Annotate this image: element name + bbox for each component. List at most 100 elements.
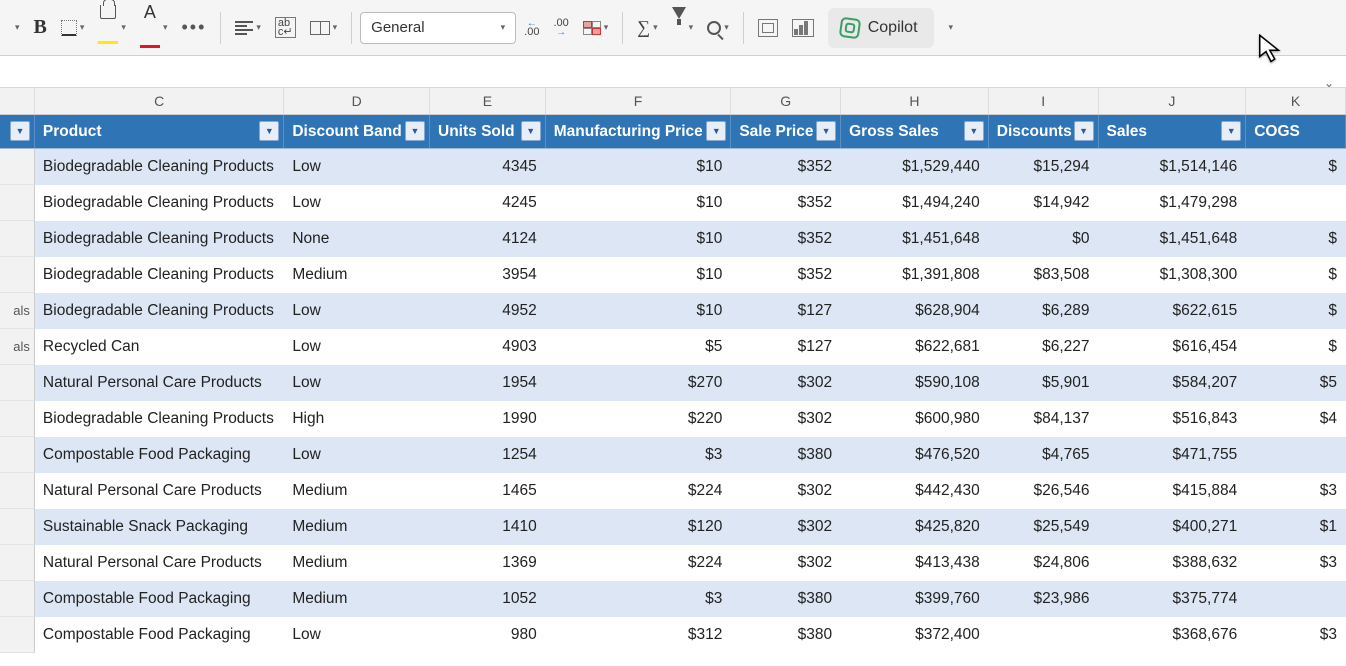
cell[interactable]: $312 xyxy=(546,617,732,653)
cell[interactable]: $372,400 xyxy=(841,617,989,653)
cell[interactable]: Biodegradable Cleaning Products xyxy=(35,149,284,185)
cell[interactable]: 1465 xyxy=(430,473,546,509)
filter-button[interactable]: ▼ xyxy=(706,121,726,141)
cell[interactable]: $1,308,300 xyxy=(1099,257,1247,293)
borders-dropdown[interactable]: ▾ xyxy=(55,10,91,46)
cell[interactable]: $23,986 xyxy=(989,581,1099,617)
cell[interactable]: Natural Personal Care Products xyxy=(35,545,284,581)
cell[interactable]: $3 xyxy=(1246,545,1346,581)
cell[interactable]: 1990 xyxy=(430,401,546,437)
cell[interactable]: $25,549 xyxy=(989,509,1099,545)
cell[interactable]: $628,904 xyxy=(841,293,989,329)
cell[interactable]: $15,294 xyxy=(989,149,1099,185)
table-row[interactable]: Natural Personal Care ProductsMedium1369… xyxy=(0,545,1346,581)
cell[interactable] xyxy=(1246,185,1346,221)
previous-group-dropdown[interactable]: ▾ xyxy=(6,10,26,46)
cell[interactable]: $352 xyxy=(731,221,841,257)
col-header[interactable]: F xyxy=(546,88,732,114)
cell[interactable]: High xyxy=(284,401,430,437)
cell[interactable]: $4 xyxy=(1246,401,1346,437)
table-row[interactable]: Biodegradable Cleaning ProductsNone4124$… xyxy=(0,221,1346,257)
cell[interactable]: Low xyxy=(284,617,430,653)
more-font-options[interactable]: ••• xyxy=(175,10,212,46)
cell[interactable]: $127 xyxy=(731,329,841,365)
cell[interactable]: $127 xyxy=(731,293,841,329)
table-row[interactable]: Biodegradable Cleaning ProductsLow4345$1… xyxy=(0,149,1346,185)
cell[interactable]: $3 xyxy=(546,437,732,473)
cell[interactable]: $380 xyxy=(731,581,841,617)
cell[interactable]: $352 xyxy=(731,185,841,221)
filter-button[interactable]: ▼ xyxy=(1074,121,1094,141)
cell[interactable]: $302 xyxy=(731,545,841,581)
cell[interactable]: $ xyxy=(1246,329,1346,365)
cell[interactable]: Sustainable Snack Packaging xyxy=(35,509,284,545)
cell[interactable]: $ xyxy=(1246,257,1346,293)
col-header[interactable]: J xyxy=(1099,88,1247,114)
addins-button[interactable] xyxy=(752,10,784,46)
cell[interactable] xyxy=(1246,581,1346,617)
cell[interactable]: $10 xyxy=(546,221,732,257)
merge-dropdown[interactable]: ▾ xyxy=(304,10,344,46)
cell[interactable]: $388,632 xyxy=(1099,545,1247,581)
cell[interactable]: $352 xyxy=(731,257,841,293)
cell[interactable]: $302 xyxy=(731,509,841,545)
cell[interactable]: $400,271 xyxy=(1099,509,1247,545)
cell[interactable]: Biodegradable Cleaning Products xyxy=(35,401,284,437)
cell[interactable]: Medium xyxy=(284,257,430,293)
cell[interactable]: $14,942 xyxy=(989,185,1099,221)
wrap-text-button[interactable]: abc↵ xyxy=(269,10,302,46)
table-row[interactable]: Natural Personal Care ProductsLow1954$27… xyxy=(0,365,1346,401)
cell[interactable]: Low xyxy=(284,149,430,185)
cell[interactable]: $83,508 xyxy=(989,257,1099,293)
fill-color-dropdown[interactable]: ▾ xyxy=(92,10,132,46)
ribbon-overflow[interactable]: ▾ xyxy=(940,10,960,46)
cell[interactable] xyxy=(1246,437,1346,473)
cell[interactable]: $380 xyxy=(731,617,841,653)
cell[interactable]: $10 xyxy=(546,149,732,185)
cell[interactable]: $ xyxy=(1246,293,1346,329)
filter-button[interactable]: ▼ xyxy=(259,121,279,141)
cell[interactable]: $26,546 xyxy=(989,473,1099,509)
cell[interactable]: Biodegradable Cleaning Products xyxy=(35,257,284,293)
cell[interactable]: $476,520 xyxy=(841,437,989,473)
number-format-select[interactable]: General ▾ xyxy=(360,12,516,44)
cell[interactable]: 1254 xyxy=(430,437,546,473)
cell[interactable]: Biodegradable Cleaning Products xyxy=(35,221,284,257)
cell[interactable]: 1369 xyxy=(430,545,546,581)
cell[interactable]: $6,227 xyxy=(989,329,1099,365)
cell[interactable]: $10 xyxy=(546,185,732,221)
cell[interactable]: $471,755 xyxy=(1099,437,1247,473)
cell[interactable]: 980 xyxy=(430,617,546,653)
table-row[interactable]: alsRecycled CanLow4903$5$127$622,681$6,2… xyxy=(0,329,1346,365)
table-row[interactable]: Biodegradable Cleaning ProductsHigh1990$… xyxy=(0,401,1346,437)
cell[interactable]: Biodegradable Cleaning Products xyxy=(35,185,284,221)
cell[interactable]: $516,843 xyxy=(1099,401,1247,437)
font-color-dropdown[interactable]: A▾ xyxy=(134,10,174,46)
col-header[interactable]: G xyxy=(731,88,841,114)
cell[interactable]: Low xyxy=(284,185,430,221)
cell[interactable]: $413,438 xyxy=(841,545,989,581)
cell[interactable]: $10 xyxy=(546,257,732,293)
cell[interactable]: Biodegradable Cleaning Products xyxy=(35,293,284,329)
cell[interactable]: $302 xyxy=(731,365,841,401)
cell[interactable]: $6,289 xyxy=(989,293,1099,329)
filter-button[interactable]: ▼ xyxy=(964,121,984,141)
cell[interactable]: $352 xyxy=(731,149,841,185)
cell[interactable]: Natural Personal Care Products xyxy=(35,473,284,509)
cell[interactable]: $5 xyxy=(546,329,732,365)
cell[interactable]: 4345 xyxy=(430,149,546,185)
col-header[interactable]: D xyxy=(284,88,430,114)
cell[interactable]: Compostable Food Packaging xyxy=(35,437,284,473)
col-header[interactable]: C xyxy=(35,88,284,114)
decrease-decimal-button[interactable]: ←.00 xyxy=(518,10,545,46)
cell[interactable]: $622,615 xyxy=(1099,293,1247,329)
cell[interactable]: $3 xyxy=(1246,473,1346,509)
cell[interactable]: $220 xyxy=(546,401,732,437)
col-header[interactable]: I xyxy=(989,88,1099,114)
cell[interactable]: 4952 xyxy=(430,293,546,329)
cell[interactable] xyxy=(989,617,1099,653)
cell[interactable]: $24,806 xyxy=(989,545,1099,581)
cell[interactable]: $442,430 xyxy=(841,473,989,509)
table-row[interactable]: Compostable Food PackagingLow1254$3$380$… xyxy=(0,437,1346,473)
filter-button[interactable]: ▼ xyxy=(10,121,30,141)
